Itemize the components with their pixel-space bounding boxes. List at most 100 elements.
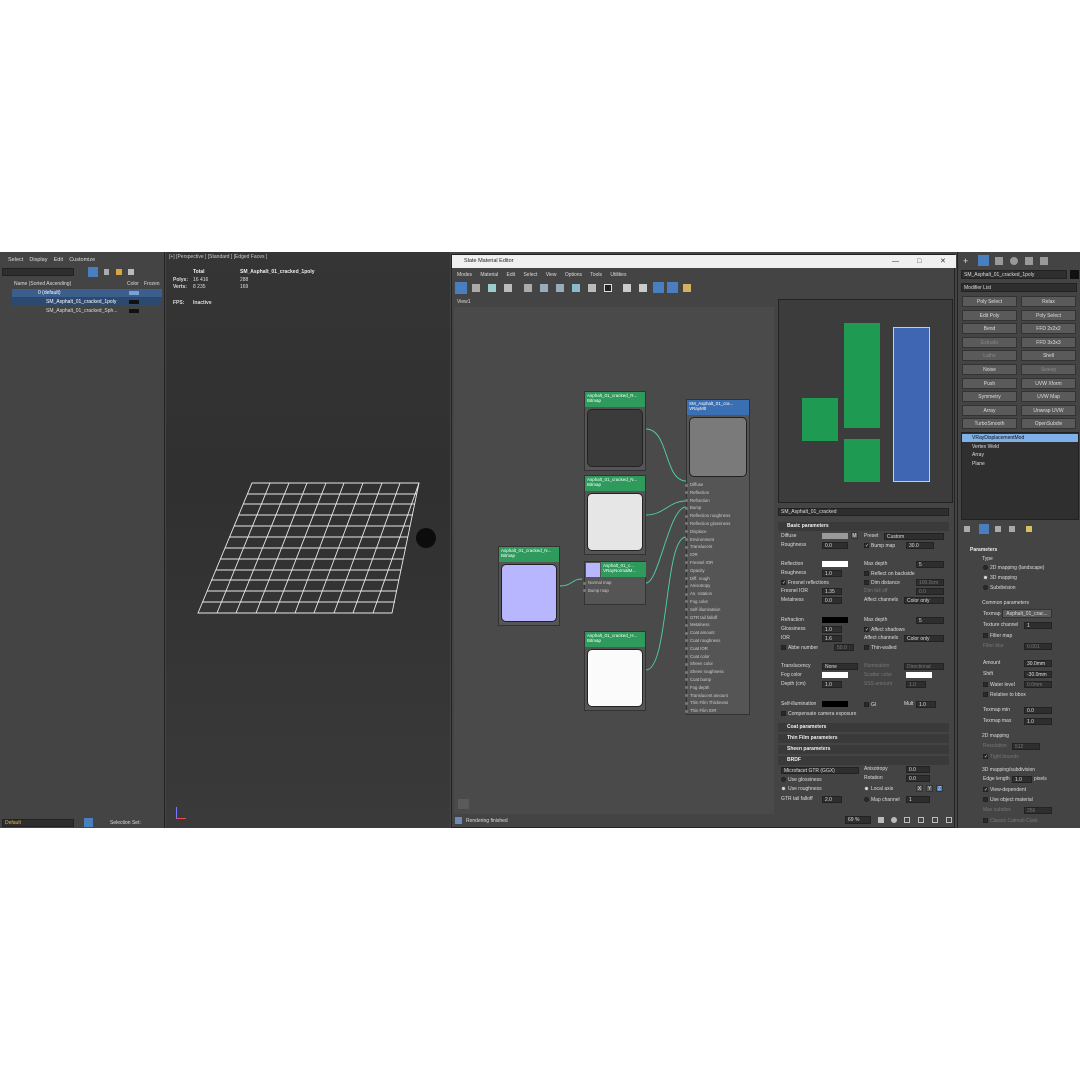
create-tab-icon[interactable]: + — [963, 257, 971, 266]
object-row[interactable]: SM_Asphalt_01_cracked_1poly — [12, 298, 162, 306]
material-slot[interactable]: Translucent amount — [685, 692, 749, 700]
material-slot[interactable]: Coat IOR — [685, 645, 749, 653]
reflection-swatch[interactable] — [822, 561, 848, 567]
layout-icon[interactable] — [540, 284, 548, 292]
texmap-min-spinner[interactable]: 0.0 — [1024, 707, 1052, 714]
object-name-field[interactable]: SM_Asphalt_01_cracked_1poly — [961, 270, 1067, 279]
make-unique-icon[interactable] — [995, 526, 1001, 532]
maximize-icon[interactable]: □ — [917, 258, 921, 265]
assign-material-icon[interactable] — [488, 284, 496, 292]
refraction-swatch[interactable] — [822, 617, 848, 623]
sme-titlebar[interactable]: Slate Material Editor — □ ✕ — [452, 255, 956, 268]
sss-amount-spinner[interactable]: 1.0 — [906, 681, 926, 688]
sheen-header[interactable]: Sheen parameters — [778, 745, 949, 754]
relative-bbox-checkbox[interactable] — [983, 692, 988, 697]
node-slot[interactable]: Normal map — [583, 579, 645, 587]
material-slot[interactable]: Metalness — [685, 621, 749, 629]
use-roughness-radio[interactable] — [781, 786, 786, 791]
material-slot[interactable]: Diff. rough — [685, 575, 749, 583]
node-roughness-bitmap[interactable]: Asphalt_01_cracked_R... Bitmap — [584, 391, 646, 471]
material-slot[interactable]: Environment — [685, 536, 749, 544]
ior-spinner[interactable]: 1.6 — [822, 635, 842, 642]
material-slot[interactable]: Refraction — [685, 497, 749, 505]
compensate-checkbox[interactable] — [781, 711, 786, 716]
modifier-button[interactable]: Array — [962, 404, 1017, 416]
self-illum-swatch[interactable] — [822, 701, 848, 707]
material-slot[interactable]: Diffuse — [685, 481, 749, 489]
parameters-header[interactable]: Parameters — [970, 548, 997, 553]
zoom-dropdown[interactable]: 69 % — [845, 816, 871, 824]
material-id-icon[interactable] — [604, 284, 612, 292]
show-end-result-icon[interactable] — [979, 524, 989, 534]
layer-row[interactable]: 0 (default) — [12, 289, 162, 297]
affect-shadows-checkbox[interactable]: ✓ — [864, 627, 869, 633]
gi-checkbox[interactable] — [864, 702, 869, 707]
fog-color-swatch[interactable] — [822, 672, 848, 678]
material-slot[interactable]: Fog depth — [685, 684, 749, 692]
layer-dropdown[interactable]: Default — [2, 819, 74, 827]
modifier-button[interactable]: Noise — [962, 364, 1017, 375]
show-background-icon[interactable] — [588, 284, 596, 292]
water-level-spinner[interactable]: 0.0mm — [1024, 681, 1052, 688]
layout-children-icon[interactable] — [556, 284, 564, 292]
basic-params-header[interactable]: Basic parameters — [778, 522, 949, 531]
menu-material[interactable]: Material — [480, 272, 498, 278]
material-slot[interactable]: IOR — [685, 551, 749, 559]
menu-select[interactable]: Select — [523, 272, 537, 278]
mapping-3d-radio[interactable] — [983, 575, 988, 580]
dim-falloff-spinner[interactable]: 0.0 — [916, 588, 944, 595]
material-slot[interactable]: Thin Film Thickness — [685, 699, 749, 707]
rotation-spinner[interactable]: 0.0 — [906, 775, 930, 782]
node-reflection-bitmap[interactable]: Asphalt_01_cracked_N... Bitmap — [584, 475, 646, 555]
pin-stack-icon[interactable] — [964, 526, 970, 532]
view-tab[interactable]: View1 — [457, 300, 471, 305]
material-slot[interactable]: Reflection roughness — [685, 512, 749, 520]
brdf-type-dropdown[interactable]: Microfacet GTR (GGX) — [781, 767, 859, 774]
material-slot[interactable]: Thin Film IOR — [685, 707, 749, 715]
col-header-color[interactable]: Color — [127, 282, 139, 287]
modify-tab-icon[interactable] — [978, 255, 989, 266]
glossiness-spinner[interactable]: 1.0 — [822, 626, 842, 633]
menu-tools[interactable]: Tools — [590, 272, 602, 278]
layers-icon[interactable] — [128, 269, 134, 275]
modifier-button[interactable]: Poly Select — [962, 296, 1017, 307]
material-slot[interactable]: An. rotation — [685, 590, 749, 598]
col-header-frozen[interactable]: Frozen — [144, 282, 160, 287]
bump-spinner[interactable]: 30.0 — [906, 542, 934, 549]
node-height-bitmap[interactable]: Asphalt_01_cracked_H... Bitmap — [584, 631, 646, 711]
modifier-list-dropdown[interactable]: Modifier List — [961, 283, 1077, 292]
material-slot[interactable]: Anisotropy — [685, 582, 749, 590]
material-slot[interactable]: Translucent — [685, 543, 749, 551]
fresnel-checkbox[interactable]: ✓ — [781, 580, 786, 586]
menu-edit[interactable]: Edit — [507, 272, 516, 278]
amount-spinner[interactable]: 30.0mm — [1024, 660, 1052, 667]
local-axis-radio[interactable] — [864, 786, 869, 791]
view-dependent-checkbox[interactable]: ✓ — [983, 787, 988, 793]
map-channel-radio[interactable] — [864, 797, 869, 802]
reflect-backside-checkbox[interactable] — [864, 571, 869, 576]
modifier-button[interactable]: Push — [962, 377, 1017, 389]
mapping-2d-radio[interactable] — [983, 565, 988, 570]
menu-select[interactable]: Select — [8, 257, 23, 263]
modifier-button[interactable]: Shell — [1021, 350, 1076, 362]
metalness-spinner[interactable]: 0.0 — [822, 597, 842, 604]
remove-modifier-icon[interactable] — [1009, 526, 1015, 532]
material-slot[interactable]: Reflection — [685, 489, 749, 497]
catmull-checkbox[interactable] — [983, 818, 988, 823]
use-glossiness-radio[interactable] — [781, 777, 786, 782]
node-slot[interactable]: Bump map — [583, 587, 645, 595]
use-object-mtl-checkbox[interactable] — [983, 797, 988, 802]
illumination-dropdown[interactable]: Directional — [904, 663, 944, 670]
texture-channel-spinner[interactable]: 1 — [1024, 622, 1052, 629]
anisotropy-spinner[interactable]: 0.0 — [906, 766, 930, 773]
modifier-button[interactable]: TurboSmooth — [962, 418, 1017, 430]
select-tool-icon[interactable] — [455, 282, 467, 294]
zoom-icon[interactable] — [891, 817, 897, 823]
explorer-mode-icon[interactable] — [84, 818, 93, 827]
navigator-toggle-icon[interactable] — [946, 817, 952, 823]
axis-z-button[interactable]: Z — [936, 785, 943, 792]
pause-render-button[interactable] — [458, 799, 469, 809]
edge-length-spinner[interactable]: 1.0 — [1012, 776, 1032, 783]
show-map-icon[interactable] — [572, 284, 580, 292]
modifier-button[interactable]: Unwrap UVW — [1021, 404, 1076, 416]
